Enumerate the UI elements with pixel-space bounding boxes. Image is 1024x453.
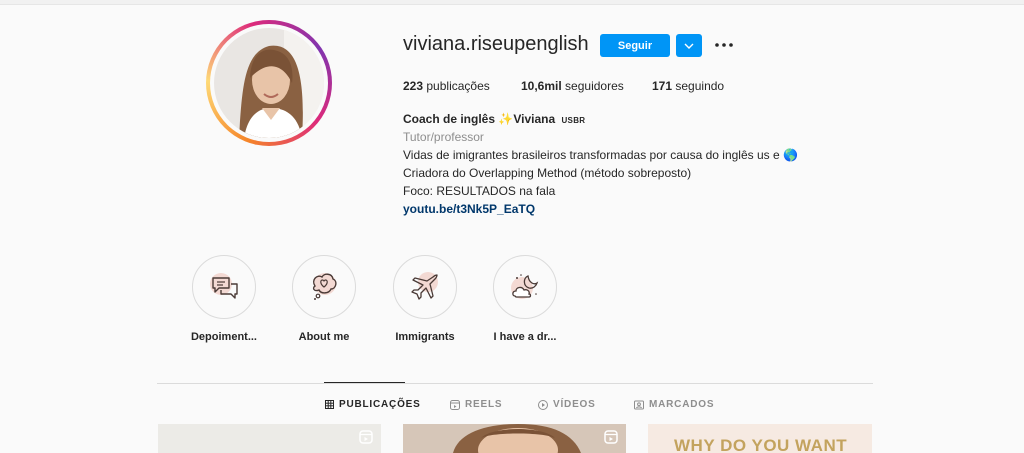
highlight-about-me[interactable]: About me: [279, 255, 369, 343]
sparkle-emoji: ✨: [498, 112, 514, 126]
followers-count: 10,6mil: [521, 79, 562, 93]
highlight-label: I have a dr...: [493, 331, 557, 343]
highlight-label: Immigrants: [395, 331, 455, 343]
tab-label: MARCADOS: [649, 399, 715, 410]
bio-name-suffix: Viviana: [513, 112, 556, 126]
avatar-story-ring[interactable]: [206, 20, 332, 146]
bio-line-2: Criadora do Overlapping Method (método s…: [403, 166, 692, 180]
tab-label: PUBLICAÇÕES: [339, 399, 421, 410]
tabs-divider: [157, 383, 873, 384]
stat-followers[interactable]: 10,6mil seguidores: [521, 79, 624, 93]
stat-posts: 223 publicações: [403, 79, 490, 93]
top-bar: [0, 0, 1024, 5]
post-thumbnail[interactable]: [403, 424, 626, 453]
play-icon: [538, 399, 548, 410]
tab-label: VÍDEOS: [553, 399, 596, 410]
reels-icon: [450, 399, 460, 410]
follow-button[interactable]: Seguir: [600, 34, 670, 57]
post-caption-text: WHY DO YOU WANT: [674, 436, 848, 453]
highlight-label: Depoiment...: [190, 331, 257, 343]
tab-marcados[interactable]: MARCADOS: [634, 399, 714, 410]
moon-cloud-icon: [511, 274, 539, 299]
tab-label: REELS: [465, 399, 503, 410]
active-tab-indicator: [324, 382, 405, 383]
tab-videos[interactable]: VÍDEOS: [538, 399, 596, 410]
chevron-down-icon: [684, 43, 694, 49]
suggested-accounts-button[interactable]: [676, 34, 702, 57]
stat-following[interactable]: 171 seguindo: [652, 79, 724, 93]
bio-name: Coach de inglês ✨Viviana USBR: [403, 110, 585, 130]
highlight-label: About me: [298, 331, 350, 343]
following-label: seguindo: [675, 79, 725, 93]
bio-link[interactable]: youtu.be/t3Nk5P_EaTQ: [403, 200, 535, 218]
highlight-cover[interactable]: [192, 255, 256, 319]
post-thumbnail[interactable]: [158, 424, 381, 453]
highlight-depoimentos[interactable]: Depoiment...: [179, 255, 269, 343]
chat-bubbles-icon: [210, 273, 238, 299]
more-options-button[interactable]: [712, 33, 736, 57]
bio-line-3: Foco: RESULTADOS na fala: [403, 184, 556, 198]
bio-category: Tutor/professor: [403, 130, 484, 144]
bio-name-text: Coach de inglês: [403, 112, 496, 126]
tab-reels[interactable]: REELS: [450, 399, 502, 410]
profile-username: viviana.riseupenglish: [403, 33, 589, 55]
avatar[interactable]: [214, 28, 324, 138]
reels-icon: [359, 430, 373, 444]
bio-line-1: Vidas de imigrantes brasileiros transfor…: [403, 148, 798, 162]
airplane-icon: [411, 272, 438, 300]
reels-icon: [604, 430, 618, 444]
tab-publicacoes[interactable]: PUBLICAÇÕES: [325, 399, 421, 410]
highlight-cover[interactable]: [493, 255, 557, 319]
highlight-immigrants[interactable]: Immigrants: [380, 255, 470, 343]
posts-count: 223: [403, 79, 424, 93]
highlight-cover[interactable]: [292, 255, 356, 319]
posts-label: publicações: [426, 79, 490, 93]
highlight-cover[interactable]: [393, 255, 457, 319]
post-thumbnail[interactable]: WHY DO YOU WANT: [648, 424, 872, 453]
followers-label: seguidores: [565, 79, 624, 93]
following-count: 171: [652, 79, 673, 93]
more-horizontal-icon: [715, 43, 733, 47]
tag-icon: [634, 400, 644, 409]
highlight-dream[interactable]: I have a dr...: [480, 255, 570, 343]
grid-icon: [325, 400, 334, 409]
bio-badge: USBR: [561, 116, 586, 125]
heart-bubble-icon: [312, 273, 337, 300]
post-photo: [403, 424, 626, 453]
